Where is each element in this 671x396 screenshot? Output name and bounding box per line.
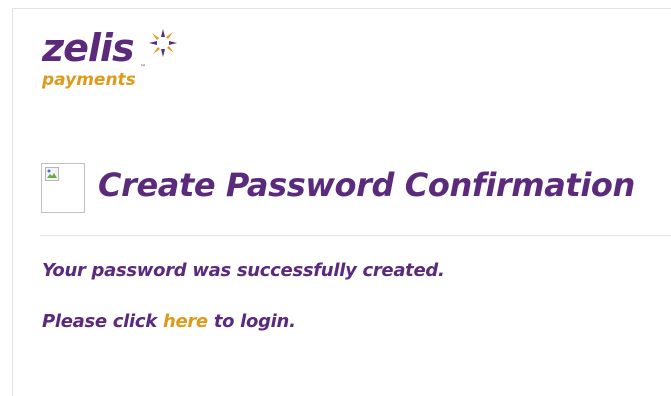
zelis-starburst-icon (149, 29, 177, 57)
page: zelis ™ payments Create Password Confirm… (0, 0, 671, 396)
broken-image-icon (41, 163, 85, 213)
logo-brand-text: zelis (42, 26, 135, 70)
login-instruction-prefix: Please click (42, 311, 163, 332)
image-placeholder-icon (45, 167, 59, 181)
login-here-link[interactable]: here (163, 311, 208, 332)
page-title: Create Password Confirmation (98, 166, 635, 204)
divider (40, 235, 671, 236)
login-instruction: Please click here to login. (42, 310, 296, 334)
login-instruction-suffix: to login. (207, 311, 296, 332)
success-message: Your password was successfully created. (42, 260, 445, 281)
logo-trademark: ™ (140, 64, 146, 71)
zelis-payments-logo: zelis ™ payments (42, 26, 202, 106)
logo-subtitle: payments (42, 70, 136, 90)
